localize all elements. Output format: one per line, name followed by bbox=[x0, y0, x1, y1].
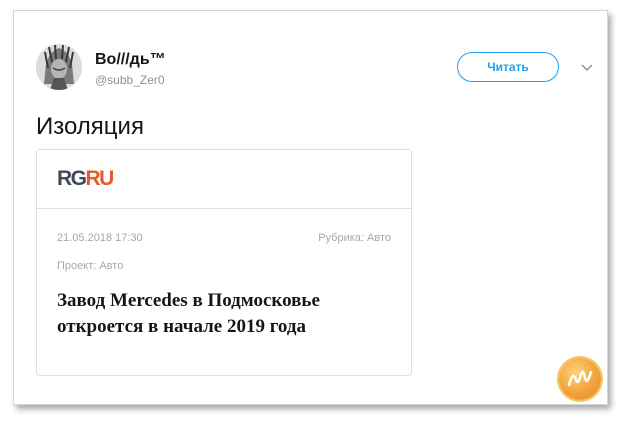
follow-button[interactable]: Читать bbox=[457, 52, 559, 82]
article-headline[interactable]: Завод Mercedes в Подмосковье откроется в… bbox=[57, 288, 387, 340]
article-date: 21.05.2018 17:30 bbox=[57, 232, 143, 244]
watermark-icon bbox=[567, 370, 593, 387]
nyka-watermark-logo bbox=[559, 358, 601, 400]
tweet-card: Во///дь™ @subb_Zer0 Читать Изоляция RGRU… bbox=[13, 10, 608, 405]
article-meta: 21.05.2018 17:30 Рубрика: Авто bbox=[57, 232, 391, 244]
avatar-image bbox=[36, 44, 82, 90]
rg-logo: RGRU bbox=[57, 167, 115, 191]
chevron-down-icon[interactable] bbox=[579, 62, 595, 74]
logo-part-rg: RG bbox=[57, 167, 87, 190]
tweet-text: Изоляция bbox=[36, 113, 144, 140]
logo-part-ru: RU bbox=[85, 167, 115, 190]
article-card[interactable]: RGRU 21.05.2018 17:30 Рубрика: Авто Прое… bbox=[36, 149, 412, 376]
author-handle[interactable]: @subb_Zer0 bbox=[95, 73, 165, 87]
article-project: Проект: Авто bbox=[57, 260, 124, 272]
article-rubric: Рубрика: Авто bbox=[318, 232, 391, 244]
avatar[interactable] bbox=[36, 44, 82, 90]
article-header: RGRU bbox=[37, 150, 411, 209]
author-name[interactable]: Во///дь™ bbox=[95, 51, 166, 69]
